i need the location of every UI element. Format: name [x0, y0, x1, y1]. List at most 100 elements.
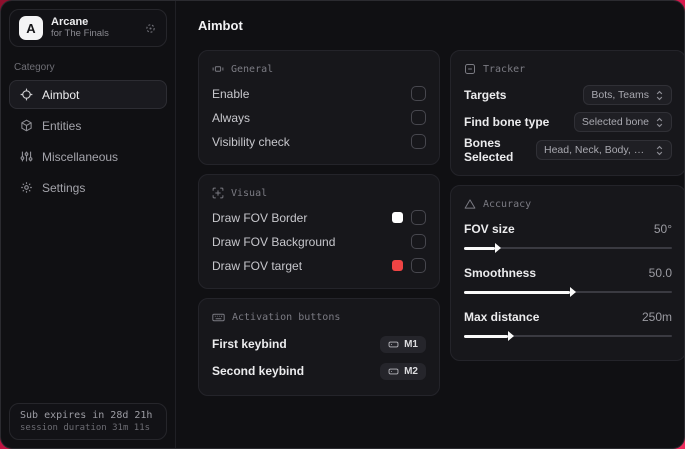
keyboard-icon [212, 311, 225, 324]
select-value: Bots, Teams [591, 89, 649, 101]
tracker-icon [464, 63, 476, 75]
fov-size-value: 50° [653, 221, 672, 236]
enable-checkbox[interactable] [411, 86, 426, 101]
setting-label: Draw FOV target [212, 258, 303, 273]
slider-fill [464, 331, 514, 341]
setting-label: Draw FOV Border [212, 210, 308, 225]
setting-row-always: Always [212, 106, 426, 129]
setting-label: Find bone type [464, 115, 550, 129]
sidebar-item-entities[interactable]: Entities [9, 111, 167, 140]
card-title: Accuracy [483, 198, 532, 210]
setting-row-find-bone-type: Find bone type Selected bone [464, 109, 672, 135]
subscription-status: Sub expires in 28d 21h session duration … [9, 403, 167, 440]
general-icon [212, 63, 224, 75]
sidebar-item-label: Aimbot [42, 87, 80, 102]
setting-label: Smoothness [464, 265, 537, 280]
app-window: A Arcane for The Finals Category Aimbot [0, 0, 685, 449]
setting-label: Targets [464, 88, 507, 102]
tracker-card: Tracker Targets Bots, Teams Find bone ty… [450, 50, 684, 176]
setting-label: Draw FOV Background [212, 234, 336, 249]
mouse-key-icon [388, 366, 399, 377]
general-card: General Enable Always Visibility check [198, 50, 440, 165]
setting-label: Visibility check [212, 134, 290, 149]
brand-title: Arcane [51, 16, 89, 29]
settings-target-icon[interactable] [144, 22, 157, 35]
setting-label: First keybind [212, 337, 287, 351]
sidebar-item-aimbot[interactable]: Aimbot [9, 80, 167, 109]
sidebar-item-settings[interactable]: Settings [9, 173, 167, 202]
smoothness-slider[interactable] [464, 287, 672, 298]
setting-row-fov-size: FOV size 50° [464, 217, 672, 240]
crosshair-icon [20, 88, 33, 101]
mouse-key-icon [388, 339, 399, 350]
bones-selected-select[interactable]: Head, Neck, Body, Pe... [536, 140, 672, 160]
draw-fov-target-checkbox[interactable] [411, 258, 426, 273]
brand-subtitle: for The Finals [51, 27, 109, 39]
slider-fill [464, 287, 577, 297]
setting-row-draw-fov-target: Draw FOV target [212, 254, 426, 277]
select-value: Head, Neck, Body, Pe... [544, 144, 649, 156]
find-bone-type-select[interactable]: Selected bone [573, 112, 672, 132]
targets-select[interactable]: Bots, Teams [583, 85, 672, 105]
sliders-icon [20, 150, 33, 163]
card-title: Tracker [483, 63, 526, 75]
setting-row-smoothness: Smoothness 50.0 [464, 261, 672, 284]
chevron-updown-icon [655, 145, 664, 156]
setting-row-bones-selected: Bones Selected Head, Neck, Body, Pe... [464, 136, 672, 164]
visual-card: Visual Draw FOV Border Draw FOV Backgrou… [198, 174, 440, 289]
setting-row-draw-fov-background: Draw FOV Background [212, 230, 426, 253]
setting-row-enable: Enable [212, 82, 426, 105]
select-value: Selected bone [581, 116, 649, 128]
session-duration-text: session duration 31m 11s [20, 423, 151, 433]
card-title: Visual [231, 187, 268, 199]
draw-fov-background-checkbox[interactable] [411, 234, 426, 249]
gear-icon [20, 181, 33, 194]
max-distance-value: 250m [641, 309, 672, 324]
page-title: Aimbot [198, 18, 243, 33]
setting-row-visibility-check: Visibility check [212, 130, 426, 153]
category-label: Category [14, 62, 55, 73]
setting-label: Bones Selected [464, 136, 514, 164]
keybind-value: M1 [404, 338, 418, 350]
draw-fov-border-checkbox[interactable] [411, 210, 426, 225]
activation-buttons-card: Activation buttons First keybind M1 Seco… [198, 298, 440, 396]
visibility-check-checkbox[interactable] [411, 134, 426, 149]
fov-size-slider[interactable] [464, 243, 672, 254]
sidebar: A Arcane for The Finals Category Aimbot [1, 1, 176, 448]
sidebar-item-label: Settings [42, 180, 86, 195]
slider-fill [464, 243, 502, 253]
fov-target-color-swatch[interactable] [392, 260, 403, 271]
triangle-icon [464, 198, 476, 210]
brand-logo: A [19, 16, 43, 40]
setting-label: FOV size [464, 221, 515, 236]
card-title: Activation buttons [232, 312, 341, 323]
visual-icon [212, 187, 224, 199]
fov-border-color-swatch[interactable] [392, 212, 403, 223]
keybind-value: M2 [404, 365, 418, 377]
cube-icon [20, 119, 33, 132]
brand-card: A Arcane for The Finals [9, 9, 167, 47]
setting-row-draw-fov-border: Draw FOV Border [212, 206, 426, 229]
setting-row-max-distance: Max distance 250m [464, 305, 672, 328]
setting-label: Max distance [464, 309, 540, 324]
setting-label: Always [212, 110, 251, 125]
first-keybind-button[interactable]: M1 [380, 335, 426, 353]
max-distance-slider[interactable] [464, 331, 672, 342]
sidebar-menu: Aimbot Entities Miscellaneous Settings [9, 80, 167, 202]
card-title: General [231, 63, 274, 75]
main-content: Aimbot General Enable Always Visibility … [176, 1, 684, 448]
sub-expiry-text: Sub expires in 28d 21h [20, 410, 153, 421]
second-keybind-button[interactable]: M2 [380, 362, 426, 380]
setting-label: Second keybind [212, 364, 305, 378]
smoothness-value: 50.0 [648, 265, 672, 280]
sidebar-item-label: Miscellaneous [42, 149, 119, 164]
chevron-updown-icon [655, 117, 664, 128]
setting-label: Enable [212, 86, 250, 101]
setting-row-first-keybind: First keybind M1 [212, 331, 426, 357]
accuracy-card: Accuracy FOV size 50° Smoothness 50.0 Ma… [450, 185, 684, 361]
sidebar-item-label: Entities [42, 118, 82, 133]
sidebar-item-miscellaneous[interactable]: Miscellaneous [9, 142, 167, 171]
setting-row-second-keybind: Second keybind M2 [212, 358, 426, 384]
always-checkbox[interactable] [411, 110, 426, 125]
setting-row-targets: Targets Bots, Teams [464, 82, 672, 108]
